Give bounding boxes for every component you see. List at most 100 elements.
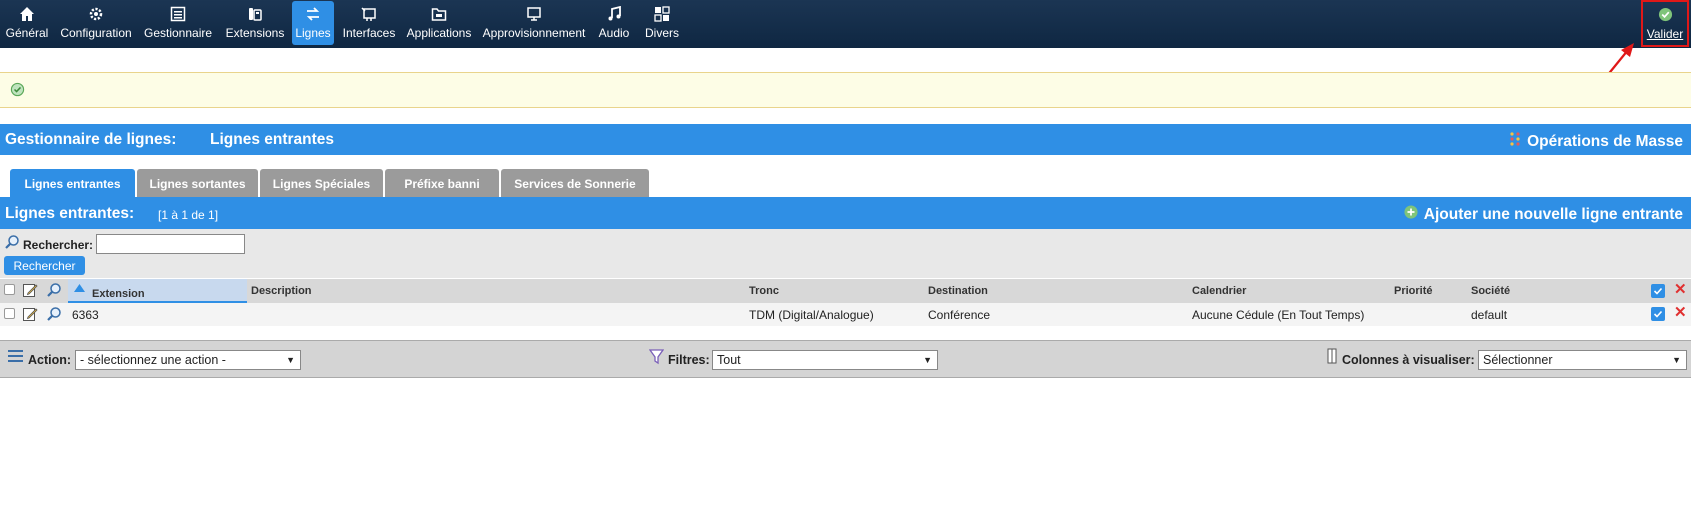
filter-select-value: Tout — [717, 353, 741, 367]
cell-destination: Conférence — [928, 308, 991, 322]
section-header: Gestionnaire de lignes: Lignes entrantes… — [0, 124, 1691, 155]
nav-divers[interactable]: Divers — [643, 0, 681, 46]
filter-label: Filtres: — [668, 353, 710, 367]
search-zone: Rechercher: Rechercher — [0, 229, 1691, 278]
chevron-down-icon: ▼ — [923, 355, 932, 365]
valider-label: Valider — [1646, 27, 1684, 41]
tab-services-sonnerie[interactable]: Services de Sonnerie — [501, 169, 649, 198]
check-circle-icon — [1658, 7, 1673, 25]
row-edit-icon[interactable] — [22, 306, 38, 325]
row-delete-icon[interactable]: ✕ — [1674, 305, 1687, 320]
plus-circle-icon — [1404, 205, 1418, 224]
tab-lignes-sortantes[interactable]: Lignes sortantes — [137, 169, 258, 198]
nav-general-label: Général — [5, 26, 49, 40]
action-label: Action: — [28, 353, 72, 367]
nav-approvisionnement[interactable]: Approvisionnement — [482, 0, 586, 46]
gear-icon — [87, 5, 105, 23]
nav-interfaces[interactable]: Interfaces — [342, 0, 396, 46]
nav-lignes-label: Lignes — [295, 26, 331, 40]
columns-select[interactable]: Sélectionner ▼ — [1478, 350, 1687, 370]
add-incoming-line-button[interactable]: Ajouter une nouvelle ligne entrante — [1404, 205, 1683, 224]
list-icon — [169, 5, 187, 23]
header-destination[interactable]: Destination — [928, 285, 988, 297]
section-title: Lignes entrantes — [210, 131, 335, 148]
phone-icon — [246, 5, 264, 23]
nav-audio-label: Audio — [598, 26, 630, 40]
nav-applications[interactable]: Applications — [407, 0, 471, 46]
cell-extension: 6363 — [72, 308, 99, 322]
sort-ascending-icon — [74, 283, 85, 295]
tab-lignes-entrantes[interactable]: Lignes entrantes — [10, 169, 135, 198]
header-tronc[interactable]: Tronc — [749, 285, 779, 297]
header-description[interactable]: Description — [251, 285, 312, 297]
nav-extensions-label: Extensions — [225, 26, 285, 40]
folder-icon — [430, 5, 448, 23]
grid-icon — [653, 5, 671, 23]
cell-tronc: TDM (Digital/Analogue) — [749, 308, 874, 322]
list-count: [1 à 1 de 1] — [158, 208, 219, 222]
nav-interfaces-label: Interfaces — [342, 26, 396, 40]
edit-icon — [22, 282, 38, 301]
nav-gestionnaire[interactable]: Gestionnaire — [143, 0, 213, 46]
row-checkbox[interactable] — [4, 308, 15, 319]
search-label: Rechercher: — [23, 238, 94, 252]
search-icon — [4, 234, 20, 253]
tab-lignes-speciales[interactable]: Lignes Spéciales — [260, 169, 383, 198]
row-check-icon[interactable] — [1651, 307, 1665, 321]
header-calendrier[interactable]: Calendrier — [1192, 285, 1246, 297]
valider-button[interactable]: Valider — [1641, 0, 1689, 47]
add-incoming-line-label: Ajouter une nouvelle ligne entrante — [1423, 205, 1683, 223]
nav-applications-label: Applications — [406, 26, 472, 40]
nav-general[interactable]: Général — [6, 0, 48, 46]
chevron-down-icon: ▼ — [286, 355, 295, 365]
nav-audio[interactable]: Audio — [597, 0, 631, 46]
list-title: Lignes entrantes: — [5, 205, 135, 222]
success-icon — [10, 82, 25, 100]
filter-select[interactable]: Tout ▼ — [712, 350, 938, 370]
header-societe[interactable]: Société — [1471, 285, 1510, 297]
chevron-down-icon: ▼ — [1672, 355, 1681, 365]
nav-divers-label: Divers — [644, 26, 679, 40]
section-title-prefix: Gestionnaire de lignes: — [5, 131, 177, 148]
columns-icon — [1327, 348, 1337, 367]
nav-gestionnaire-label: Gestionnaire — [143, 26, 213, 40]
nav-lignes[interactable]: Lignes — [292, 1, 334, 45]
home-icon — [18, 5, 36, 23]
mass-operations-label: Opérations de Masse — [1527, 132, 1683, 150]
mass-operations-link[interactable]: Opérations de Masse — [1509, 131, 1683, 152]
table-header: Extension Description Tronc Destination … — [0, 279, 1691, 303]
nav-configuration[interactable]: Configuration — [60, 0, 132, 46]
cell-societe: default — [1471, 308, 1508, 322]
cell-calendrier: Aucune Cédule (En Tout Temps) — [1192, 308, 1365, 322]
list-lines-icon — [8, 349, 23, 366]
check-all-icon[interactable] — [1651, 284, 1665, 298]
row-view-icon[interactable] — [46, 306, 62, 325]
lines-icon — [304, 5, 322, 23]
dots-grid-icon — [1509, 131, 1521, 152]
top-navigation: Général Configuration Gestionnaire Exten… — [0, 0, 1691, 48]
nav-approvisionnement-label: Approvisionnement — [482, 26, 586, 40]
columns-label: Colonnes à visualiser: — [1342, 353, 1475, 367]
provision-icon — [525, 5, 543, 23]
search-button[interactable]: Rechercher — [4, 256, 85, 275]
header-extension: Extension — [92, 288, 145, 300]
action-bar: Action: - sélectionnez une action - ▼ Fi… — [0, 340, 1691, 378]
table-row[interactable]: 6363 TDM (Digital/Analogue) Conférence A… — [0, 303, 1691, 326]
action-select[interactable]: - sélectionnez une action - ▼ — [75, 350, 301, 370]
columns-select-value: Sélectionner — [1483, 353, 1553, 367]
view-icon — [46, 282, 62, 301]
search-input[interactable] — [96, 234, 245, 254]
music-icon — [605, 5, 623, 23]
filter-icon — [648, 349, 665, 368]
interface-icon — [360, 5, 378, 23]
delete-all-icon[interactable]: ✕ — [1674, 282, 1687, 297]
message-bar — [0, 72, 1691, 108]
header-priorite[interactable]: Priorité — [1394, 285, 1433, 297]
tab-prefixe-banni[interactable]: Préfixe banni — [385, 169, 499, 198]
list-header: Lignes entrantes: [1 à 1 de 1] Ajouter u… — [0, 199, 1691, 229]
nav-extensions[interactable]: Extensions — [226, 0, 284, 46]
select-all-checkbox[interactable] — [4, 284, 15, 295]
sorted-column-extension[interactable]: Extension — [68, 279, 247, 303]
action-select-value: - sélectionnez une action - — [80, 353, 226, 367]
nav-configuration-label: Configuration — [60, 26, 132, 40]
